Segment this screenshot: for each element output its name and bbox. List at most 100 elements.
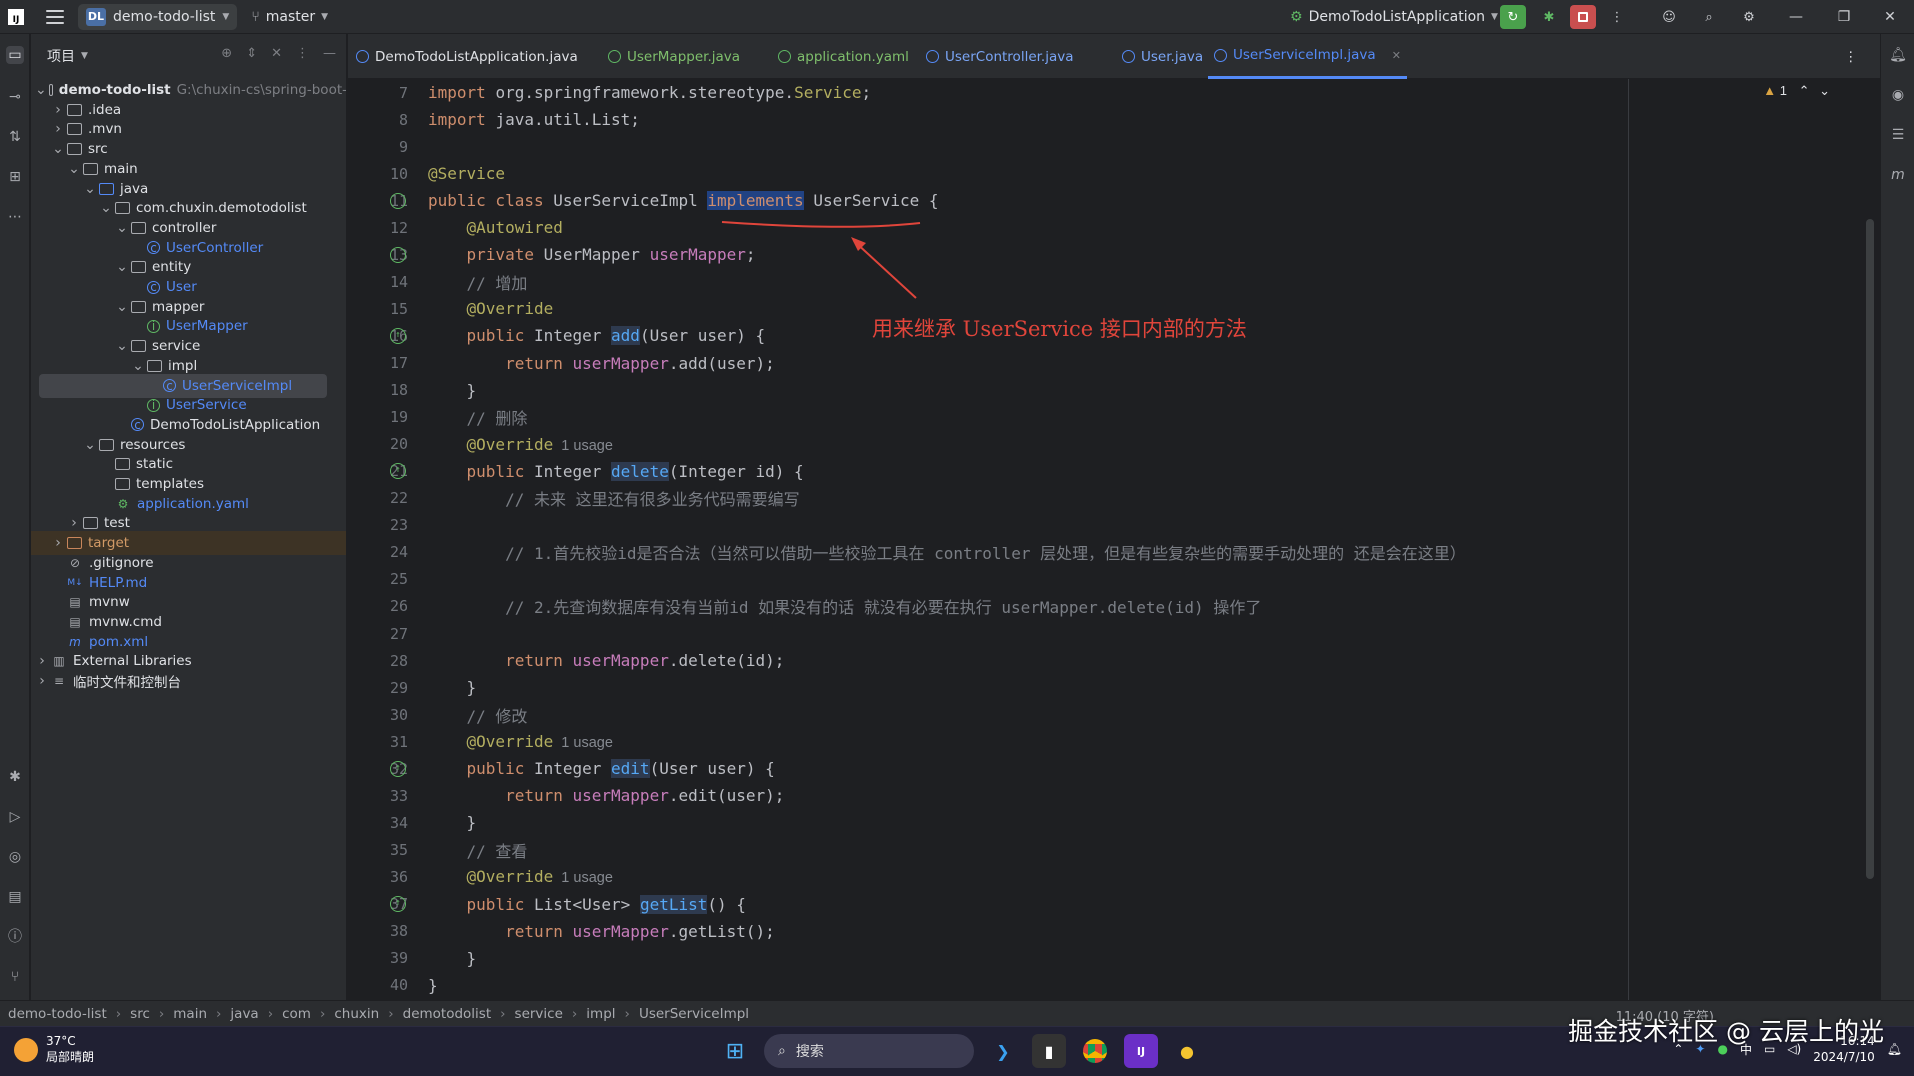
chrome-icon[interactable] — [1078, 1034, 1112, 1068]
code-line[interactable]: 21 ↑ public Integer delete(Integer id) { — [348, 458, 1880, 485]
chevron-down-icon[interactable]: ⌄ — [67, 161, 81, 177]
code-line[interactable]: 26 // 2.先查询数据库有没有当前id 如果没有的话 就没有必要在执行 us… — [348, 593, 1880, 620]
chevron-down-icon[interactable]: ⌄ — [131, 358, 145, 374]
chevron-down-icon[interactable]: ⌄ — [115, 259, 129, 275]
code-line[interactable]: 8 import java.util.List; — [348, 106, 1880, 133]
terminal-app-icon[interactable]: ▮ — [1032, 1034, 1066, 1068]
breadcrumb-item[interactable]: UserServiceImpl — [639, 1006, 749, 1022]
code-line[interactable]: 33 return userMapper.edit(user); — [348, 782, 1880, 809]
bean-gutter-icon[interactable] — [390, 246, 406, 263]
editor-tab[interactable]: application.yaml — [772, 34, 915, 79]
search-icon[interactable]: ⌕ — [1696, 5, 1722, 29]
code-line[interactable]: 35 // 查看 — [348, 836, 1880, 863]
chevron-right-icon[interactable]: › — [35, 653, 49, 669]
code-line[interactable]: 18 } — [348, 377, 1880, 404]
code-editor[interactable]: ▲ 1 ⌃ ⌄ 用来继承 UserService 接口内部的方法 7 import… — [348, 79, 1880, 1000]
code-line[interactable]: 7 import org.springframework.stereotype.S… — [348, 79, 1880, 106]
code-line[interactable]: 32 ↑ public Integer edit(User user) { — [348, 755, 1880, 782]
code-line[interactable]: 34 } — [348, 809, 1880, 836]
restore-button[interactable]: ❐ — [1824, 0, 1864, 34]
structure-icon[interactable]: ⊞ — [6, 168, 24, 186]
terminal-icon[interactable]: ▤ — [6, 888, 24, 906]
collapse-all-icon[interactable]: ✕ — [271, 46, 282, 61]
hide-panel-icon[interactable]: — — [323, 46, 336, 61]
start-button[interactable]: ⊞ — [718, 1034, 752, 1068]
chevron-right-icon[interactable]: › — [51, 121, 65, 137]
chevron-right-icon[interactable]: › — [51, 102, 65, 118]
branch-selector[interactable]: ⑂ master ▼ — [251, 9, 328, 25]
chevron-down-icon[interactable]: ⌄ — [115, 299, 129, 315]
code-line[interactable]: 27 — [348, 620, 1880, 647]
chevron-down-icon[interactable]: ⌄ — [115, 338, 129, 354]
code-line[interactable]: 39 } — [348, 945, 1880, 972]
chevron-down-icon[interactable]: ⌄ — [83, 437, 97, 453]
more-tools-icon[interactable]: ⋯ — [6, 208, 24, 226]
notification-bell-icon[interactable]: 🔔︎ — [1887, 1042, 1902, 1056]
breadcrumb-item[interactable]: src — [130, 1006, 150, 1022]
tree-item[interactable]: › ≡ 临时文件和控制台 — [31, 669, 346, 693]
chevron-down-icon[interactable]: ⌄ — [99, 200, 113, 216]
vscode-icon[interactable]: ❯ — [986, 1034, 1020, 1068]
settings-gear-icon[interactable]: ⚙ — [1736, 5, 1762, 29]
code-line[interactable]: 12 @Autowired — [348, 214, 1880, 241]
run-config-selector[interactable]: ⚙ DemoTodoListApplication ▼ — [1290, 0, 1498, 34]
main-menu-icon[interactable] — [46, 9, 64, 24]
weather-widget[interactable]: 37°C 局部晴朗 — [14, 1034, 94, 1065]
breadcrumb-item[interactable]: demo-todo-list — [8, 1006, 107, 1022]
code-line[interactable]: 29 } — [348, 674, 1880, 701]
code-line[interactable]: 20 @Override 1 usage — [348, 431, 1880, 458]
rerun-button[interactable]: ↻ — [1500, 5, 1526, 29]
project-tool-icon[interactable]: ▭ — [6, 46, 24, 64]
minimize-button[interactable]: — — [1776, 0, 1816, 34]
breadcrumb-item[interactable]: com — [282, 1006, 311, 1022]
usage-hint[interactable]: 1 usage — [553, 870, 613, 886]
code-line[interactable]: 40} — [348, 972, 1880, 999]
code-line[interactable]: 11 public class UserServiceImpl implement… — [348, 187, 1880, 214]
notifications-icon[interactable]: 🔔︎ — [1889, 46, 1907, 64]
code-line[interactable]: 9 — [348, 133, 1880, 160]
locate-icon[interactable]: ⊕ — [221, 46, 232, 61]
code-line[interactable]: 14 // 增加 — [348, 268, 1880, 295]
code-line[interactable]: 23 — [348, 512, 1880, 539]
code-line[interactable]: 38 return userMapper.getList(); — [348, 918, 1880, 945]
debug-button[interactable]: ✱ — [1536, 5, 1562, 29]
debug-tool-icon[interactable]: ✱ — [6, 768, 24, 786]
intellij-app-icon[interactable]: IJ — [1124, 1034, 1158, 1068]
project-selector[interactable]: DL demo-todo-list ▼ — [78, 3, 238, 30]
code-line[interactable]: 17 return userMapper.add(user); — [348, 350, 1880, 377]
chevron-right-icon[interactable]: › — [35, 673, 49, 689]
pull-requests-icon[interactable]: ⇅ — [6, 128, 24, 146]
breadcrumb-item[interactable]: demotodolist — [403, 1006, 492, 1022]
breadcrumb-item[interactable]: service — [515, 1006, 563, 1022]
chevron-right-icon[interactable]: › — [51, 535, 65, 551]
chevron-down-icon[interactable]: ⌄ — [51, 141, 65, 157]
services-icon[interactable]: ◎ — [6, 848, 24, 866]
code-line[interactable]: 24 // 1.首先校验id是否合法（当然可以借助一些校验工具在 control… — [348, 539, 1880, 566]
editor-tab[interactable]: DemoTodoListApplication.java — [350, 34, 584, 79]
sunflower-icon[interactable]: ● — [1170, 1034, 1204, 1068]
taskbar-search[interactable]: ⌕ 搜索 — [764, 1034, 974, 1068]
chevron-down-icon[interactable]: ⌄ — [83, 181, 97, 197]
run-tool-icon[interactable]: ▷ — [6, 808, 24, 826]
options-icon[interactable]: ⋮ — [296, 46, 309, 61]
code-line[interactable]: 19 // 删除 — [348, 404, 1880, 431]
close-window-button[interactable]: ✕ — [1870, 0, 1910, 34]
ai-assistant-icon[interactable]: ◉ — [1889, 86, 1907, 104]
editor-tab[interactable]: UserServiceImpl.java ✕ — [1208, 34, 1407, 79]
code-line[interactable]: 15 @Override — [348, 295, 1880, 322]
close-tab-icon[interactable]: ✕ — [1392, 49, 1401, 62]
commit-icon[interactable]: ⊸ — [6, 88, 24, 106]
database-icon[interactable]: ☰ — [1889, 126, 1907, 144]
editor-tab[interactable]: UserController.java — [920, 34, 1080, 79]
chevron-down-icon[interactable]: ⌄ — [115, 220, 129, 236]
override-gutter-icon[interactable]: ↑ — [390, 896, 406, 912]
tab-options-icon[interactable]: ⋮ — [1838, 34, 1864, 79]
chevron-right-icon[interactable]: › — [67, 515, 81, 531]
breadcrumb-item[interactable]: impl — [586, 1006, 615, 1022]
breadcrumb-item[interactable]: main — [173, 1006, 207, 1022]
expand-all-icon[interactable]: ⇕ — [246, 46, 257, 61]
editor-tab[interactable]: User.java — [1116, 34, 1209, 79]
override-gutter-icon[interactable]: ↑ — [390, 760, 406, 777]
code-line[interactable]: 28 return userMapper.delete(id); — [348, 647, 1880, 674]
editor-tab[interactable]: UserMapper.java — [602, 34, 746, 79]
